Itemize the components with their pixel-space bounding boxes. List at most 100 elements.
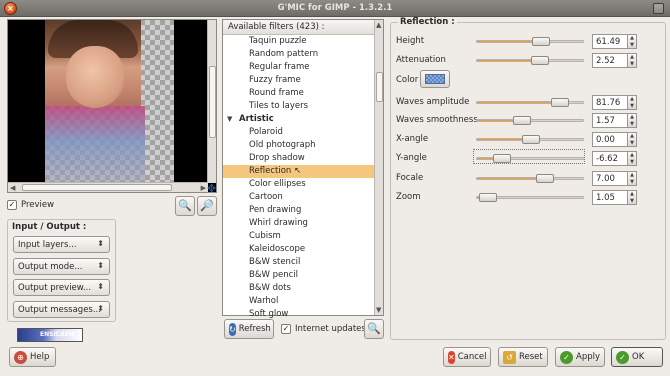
filters-scrollbar[interactable]: ▲ ▼ xyxy=(374,20,383,315)
filters-list[interactable]: Taquin puzzle Random pattern Regular frame… xyxy=(223,35,375,321)
slider-knob[interactable] xyxy=(479,193,497,202)
filter-label: Reflection xyxy=(249,166,292,176)
param-value-input[interactable]: 0.00 xyxy=(592,132,628,147)
filter-item[interactable]: Warhol xyxy=(223,295,375,308)
scroll-left-icon[interactable]: ◀ xyxy=(10,184,15,192)
param-value-input[interactable]: 61.49 xyxy=(592,34,628,49)
filters-tree[interactable]: Available filters (423) : Taquin puzzle R… xyxy=(222,19,384,319)
preview-checkbox-label: Preview xyxy=(21,200,55,210)
filter-item[interactable]: Kaleidoscope xyxy=(223,243,375,256)
param-row: Height 61.49 ▲ ▼ xyxy=(396,34,664,50)
apply-button[interactable]: ✓ Apply xyxy=(555,347,605,367)
filter-item[interactable]: B&W pencil xyxy=(223,269,375,282)
reset-button[interactable]: ↺ Reset xyxy=(498,347,548,367)
apply-check-icon: ✓ xyxy=(560,350,573,364)
filter-item[interactable]: Whirl drawing xyxy=(223,217,375,230)
param-value-input[interactable]: 7.00 xyxy=(592,171,628,186)
filter-item[interactable]: Old photograph xyxy=(223,139,375,152)
maximize-window-button[interactable] xyxy=(653,3,664,14)
filter-item[interactable]: Cartoon xyxy=(223,191,375,204)
slider-knob[interactable] xyxy=(522,135,540,144)
preview-vertical-scrollbar[interactable] xyxy=(207,20,216,183)
spin-arrows-icon[interactable]: ▲ ▼ xyxy=(628,171,637,186)
cancel-button[interactable]: ✕ Cancel xyxy=(443,347,491,367)
input-layers-combo[interactable]: Input layers... ⬍ xyxy=(13,236,110,253)
preview-pane[interactable]: ◀ ▶ xyxy=(7,19,217,193)
slider-knob[interactable] xyxy=(532,37,550,46)
filter-item[interactable]: Drop shadow xyxy=(223,152,375,165)
param-value-input[interactable]: -6.62 xyxy=(592,151,628,166)
param-slider[interactable] xyxy=(476,98,584,107)
filter-item[interactable]: Fuzzy frame xyxy=(223,74,375,87)
slider-knob[interactable] xyxy=(536,174,554,183)
internet-updates-checkbox[interactable]: ✓ xyxy=(281,324,291,334)
spin-arrows-icon[interactable]: ▲ ▼ xyxy=(628,132,637,147)
param-value-input[interactable]: 2.52 xyxy=(592,53,628,68)
param-value-input[interactable]: 1.05 xyxy=(592,190,628,205)
preview-checkbox[interactable]: ✓ xyxy=(7,200,17,210)
param-slider[interactable] xyxy=(476,37,584,46)
param-label: X-angle xyxy=(396,134,429,144)
cancel-label: Cancel xyxy=(457,352,487,362)
preview-horizontal-scroll-thumb[interactable] xyxy=(22,184,172,191)
filter-item[interactable]: Random pattern xyxy=(223,48,375,61)
filter-item[interactable]: Reflection ↖ xyxy=(223,165,375,178)
filter-item[interactable]: Pen drawing xyxy=(223,204,375,217)
filter-label: Cubism xyxy=(249,231,281,241)
filter-item[interactable]: Tiles to layers xyxy=(223,100,375,113)
refresh-button[interactable]: ↻ Refresh xyxy=(224,319,274,339)
expand-triangle-icon[interactable]: ▼ xyxy=(227,113,239,126)
scroll-right-icon[interactable]: ▶ xyxy=(201,184,206,192)
refresh-label: Refresh xyxy=(238,324,271,334)
zoom-out-button[interactable]: 🔍 xyxy=(175,196,195,216)
scroll-up-icon[interactable]: ▲ xyxy=(376,21,381,29)
preview-vertical-scroll-thumb[interactable] xyxy=(209,66,216,138)
filter-item[interactable]: Round frame xyxy=(223,87,375,100)
preview-checkbox-row[interactable]: ✓ Preview xyxy=(7,200,54,210)
navigate-icon[interactable]: ✥ xyxy=(207,182,216,195)
filter-category[interactable]: ▼ Artistic xyxy=(223,113,375,126)
help-button[interactable]: ⊕ Help xyxy=(9,347,56,367)
filter-item[interactable]: Regular frame xyxy=(223,61,375,74)
param-slider[interactable] xyxy=(476,56,584,65)
filter-item[interactable]: Color ellipses xyxy=(223,178,375,191)
scroll-down-icon[interactable]: ▼ xyxy=(376,306,381,314)
zoom-in-button[interactable]: 🔎 xyxy=(197,196,217,216)
param-slider[interactable] xyxy=(476,135,584,144)
param-slider[interactable] xyxy=(476,174,584,183)
preview-image[interactable] xyxy=(8,20,208,183)
photo-face xyxy=(66,46,124,108)
internet-updates-row[interactable]: ✓ Internet updates xyxy=(281,324,366,334)
spin-arrows-icon[interactable]: ▲ ▼ xyxy=(628,151,637,166)
slider-knob[interactable] xyxy=(551,98,569,107)
ok-button[interactable]: ✓ OK xyxy=(611,347,663,367)
spin-arrows-icon[interactable]: ▲ ▼ xyxy=(628,190,637,205)
spin-arrows-icon[interactable]: ▲ ▼ xyxy=(628,53,637,68)
output-mode-combo[interactable]: Output mode... ⬍ xyxy=(13,258,110,275)
preview-horizontal-scrollbar[interactable]: ◀ ▶ xyxy=(8,182,208,192)
param-value-input[interactable]: 81.76 xyxy=(592,95,628,110)
slider-knob[interactable] xyxy=(531,56,549,65)
output-messages-combo[interactable]: Output messages... ⬍ xyxy=(13,301,110,318)
filter-item[interactable]: Cubism xyxy=(223,230,375,243)
output-preview-combo[interactable]: Output preview... ⬍ xyxy=(13,279,110,296)
param-slider[interactable] xyxy=(476,116,584,125)
spin-arrows-icon[interactable]: ▲ ▼ xyxy=(628,113,637,128)
color-picker-button[interactable] xyxy=(420,70,450,88)
spin-arrows-icon[interactable]: ▲ ▼ xyxy=(628,95,637,110)
filter-item[interactable]: B&W dots xyxy=(223,282,375,295)
help-label: Help xyxy=(30,352,50,362)
filter-item[interactable]: Polaroid xyxy=(223,126,375,139)
filters-scroll-thumb[interactable] xyxy=(376,72,383,102)
filter-item[interactable]: Taquin puzzle xyxy=(223,35,375,48)
gmic-dialog: × G'MIC for GIMP - 1.3.2.1 ◀ ▶ ✥ ✓ Previ… xyxy=(0,0,670,376)
slider-knob[interactable] xyxy=(513,116,531,125)
param-slider[interactable] xyxy=(476,193,584,202)
spin-arrows-icon[interactable]: ▲ ▼ xyxy=(628,34,637,49)
param-value-input[interactable]: 1.57 xyxy=(592,113,628,128)
filter-item[interactable]: B&W stencil xyxy=(223,256,375,269)
filter-label: Polaroid xyxy=(249,127,283,137)
filter-search-button[interactable]: 🔍 xyxy=(364,319,384,339)
filter-label: Artistic xyxy=(239,114,274,124)
ensicaen-logo[interactable]: ENSICAEN xyxy=(17,328,83,342)
